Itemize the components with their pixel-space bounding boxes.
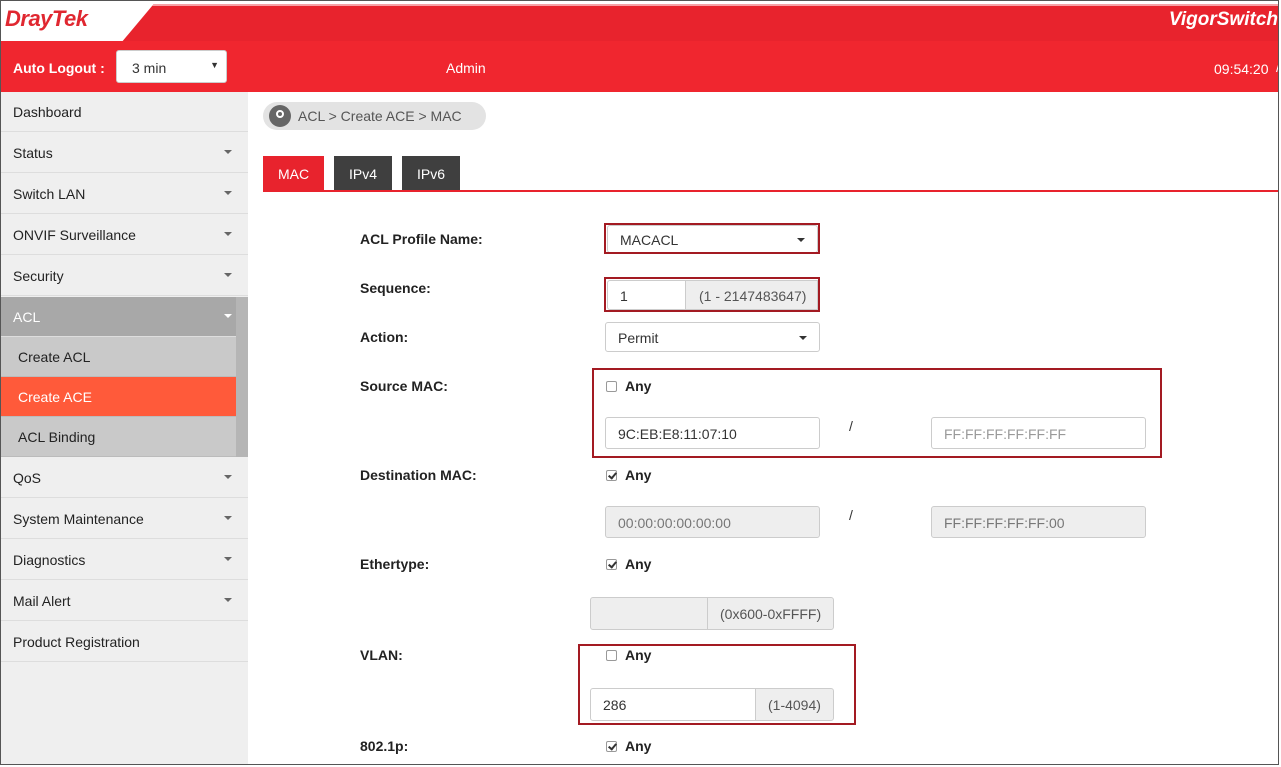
sidebar-item-dashboard[interactable]: Dashboard xyxy=(1,92,248,132)
destination-mac-any-label: Any xyxy=(625,467,652,483)
auto-logout-value: 3 min xyxy=(132,60,167,76)
caret-down-icon xyxy=(224,598,232,602)
sidebar-item-security[interactable]: Security xyxy=(1,256,248,296)
vlan-any-checkbox[interactable] xyxy=(606,650,617,661)
action-label: Action: xyxy=(360,329,409,345)
sidebar-item-system-maintenance[interactable]: System Maintenance xyxy=(1,499,248,539)
caret-down-icon xyxy=(224,475,232,479)
source-mac-input[interactable]: 9C:EB:E8:11:07:10 xyxy=(605,417,820,449)
clock: 09:54:20 xyxy=(1214,61,1269,77)
sidebar-item-qos[interactable]: QoS xyxy=(1,458,248,498)
caret-down-icon xyxy=(224,191,232,195)
tab-underline xyxy=(263,190,1278,192)
auto-logout-select[interactable]: 3 min ▼ xyxy=(116,50,227,83)
caret-down-icon xyxy=(224,557,232,561)
source-mac-any-checkbox[interactable] xyxy=(606,381,617,392)
dot1p-any-checkbox[interactable] xyxy=(606,741,617,752)
caret-down-icon xyxy=(224,232,232,236)
tab-ipv4[interactable]: IPv4 xyxy=(334,156,392,191)
breadcrumb-text: ACL > Create ACE > MAC xyxy=(298,108,462,124)
chevron-down-icon: ▼ xyxy=(210,60,219,70)
action-select[interactable]: Permit xyxy=(605,322,820,352)
source-mac-any-label: Any xyxy=(625,378,652,394)
destination-mac-mask-input[interactable]: FF:FF:FF:FF:FF:00 xyxy=(931,506,1146,538)
source-mac-value: 9C:EB:E8:11:07:10 xyxy=(618,426,737,442)
caret-down-icon xyxy=(224,273,232,277)
destination-mac-input[interactable]: 00:00:00:00:00:00 xyxy=(605,506,820,538)
sidebar: Dashboard Status Switch LAN ONVIF Survei… xyxy=(1,92,248,764)
auto-logout-label: Auto Logout : xyxy=(13,60,105,76)
source-mac-mask-input[interactable]: FF:FF:FF:FF:FF:FF xyxy=(931,417,1146,449)
destination-mac-any-checkbox[interactable] xyxy=(606,470,617,481)
sidebar-item-mail-alert[interactable]: Mail Alert xyxy=(1,581,248,621)
action-value: Permit xyxy=(618,330,659,346)
dot1p-label: 802.1p: xyxy=(360,738,409,754)
tab-ipv6[interactable]: IPv6 xyxy=(402,156,460,191)
vlan-any-label: Any xyxy=(625,647,652,663)
vlan-value: 286 xyxy=(603,697,627,713)
caret-down-icon xyxy=(224,314,232,318)
sidebar-item-status[interactable]: Status xyxy=(1,133,248,173)
chevron-down-icon xyxy=(799,336,807,340)
header-banner xyxy=(121,4,1278,43)
sidebar-item-diagnostics[interactable]: Diagnostics xyxy=(1,540,248,580)
source-mac-separator: / xyxy=(849,418,853,434)
sidebar-item-acl[interactable]: ACL xyxy=(1,297,248,337)
sidebar-item-create-ace[interactable]: Create ACE xyxy=(1,377,248,417)
destination-mac-label: Destination MAC: xyxy=(360,467,477,483)
destination-mac-value: 00:00:00:00:00:00 xyxy=(618,515,731,531)
user-name: Admin xyxy=(446,60,486,76)
product-name: VigorSwitch xyxy=(1168,9,1278,30)
ethertype-any-label: Any xyxy=(625,556,652,572)
tab-mac[interactable]: MAC xyxy=(263,156,324,191)
ethertype-label: Ethertype: xyxy=(360,556,430,572)
status-toolbar: Auto Logout : 3 min ▼ Admin 09:54:20 / xyxy=(1,41,1278,92)
acl-profile-name-label: ACL Profile Name: xyxy=(360,231,483,247)
breadcrumb: ACL > Create ACE > MAC xyxy=(263,102,486,130)
highlight-box xyxy=(604,223,820,254)
sidebar-item-product-registration[interactable]: Product Registration xyxy=(1,622,248,662)
caret-down-icon xyxy=(224,150,232,154)
highlight-box xyxy=(604,277,820,312)
top-header: DrayTek VigorSwitch xyxy=(1,1,1278,43)
ethertype-any-checkbox[interactable] xyxy=(606,559,617,570)
draytek-logo: DrayTek xyxy=(5,6,88,31)
sidebar-item-create-acl[interactable]: Create ACL xyxy=(1,337,248,377)
vlan-range-hint: (1-4094) xyxy=(755,688,834,721)
source-mac-mask-placeholder: FF:FF:FF:FF:FF:FF xyxy=(944,426,1067,442)
user-icon[interactable]: / xyxy=(1276,59,1278,75)
sidebar-scrollbar[interactable] xyxy=(236,297,248,457)
destination-mac-separator: / xyxy=(849,507,853,523)
sidebar-item-acl-binding[interactable]: ACL Binding xyxy=(1,417,248,457)
vlan-input[interactable]: 286 xyxy=(590,688,756,721)
caret-down-icon xyxy=(224,516,232,520)
ethertype-range-hint: (0x600-0xFFFF) xyxy=(707,597,834,630)
sequence-label: Sequence: xyxy=(360,280,431,296)
location-pin-icon xyxy=(269,105,291,127)
vlan-label: VLAN: xyxy=(360,647,403,663)
sidebar-item-switch-lan[interactable]: Switch LAN xyxy=(1,174,248,214)
source-mac-label: Source MAC: xyxy=(360,378,448,394)
destination-mac-mask-value: FF:FF:FF:FF:FF:00 xyxy=(944,515,1065,531)
ethertype-input[interactable] xyxy=(590,597,708,630)
sidebar-item-onvif-surveillance[interactable]: ONVIF Surveillance xyxy=(1,215,248,255)
app-frame: DrayTek VigorSwitch Auto Logout : 3 min … xyxy=(0,0,1279,765)
dot1p-any-label: Any xyxy=(625,738,652,754)
